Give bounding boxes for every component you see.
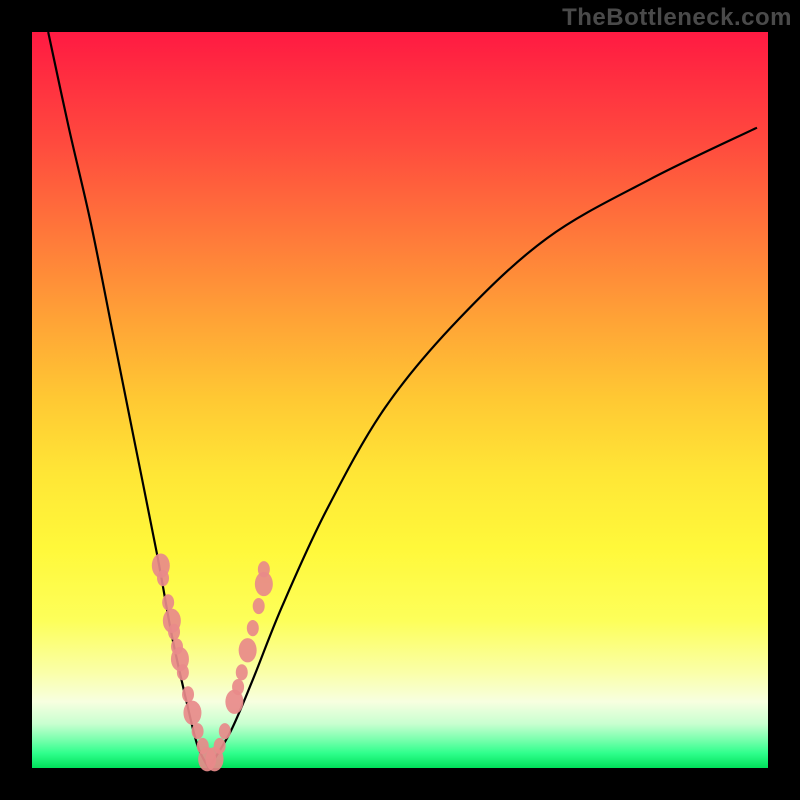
data-marker bbox=[162, 594, 174, 610]
chart-frame: TheBottleneck.com bbox=[0, 0, 800, 800]
data-marker bbox=[236, 664, 248, 680]
data-marker bbox=[192, 723, 204, 739]
curve-group bbox=[48, 32, 757, 768]
data-marker bbox=[239, 638, 257, 662]
data-marker bbox=[253, 598, 265, 614]
data-marker bbox=[177, 664, 189, 680]
chart-svg bbox=[32, 32, 768, 768]
curve-right-path bbox=[209, 128, 757, 768]
data-marker bbox=[258, 561, 270, 577]
data-marker bbox=[183, 701, 201, 725]
data-marker bbox=[157, 570, 169, 586]
data-marker bbox=[168, 624, 180, 640]
plot-area bbox=[32, 32, 768, 768]
data-marker bbox=[214, 738, 226, 754]
data-marker bbox=[182, 686, 194, 702]
markers-right bbox=[206, 561, 273, 771]
data-marker bbox=[232, 679, 244, 695]
data-marker bbox=[219, 723, 231, 739]
data-marker bbox=[247, 620, 259, 636]
watermark-text: TheBottleneck.com bbox=[562, 4, 792, 32]
markers-left bbox=[152, 553, 216, 771]
